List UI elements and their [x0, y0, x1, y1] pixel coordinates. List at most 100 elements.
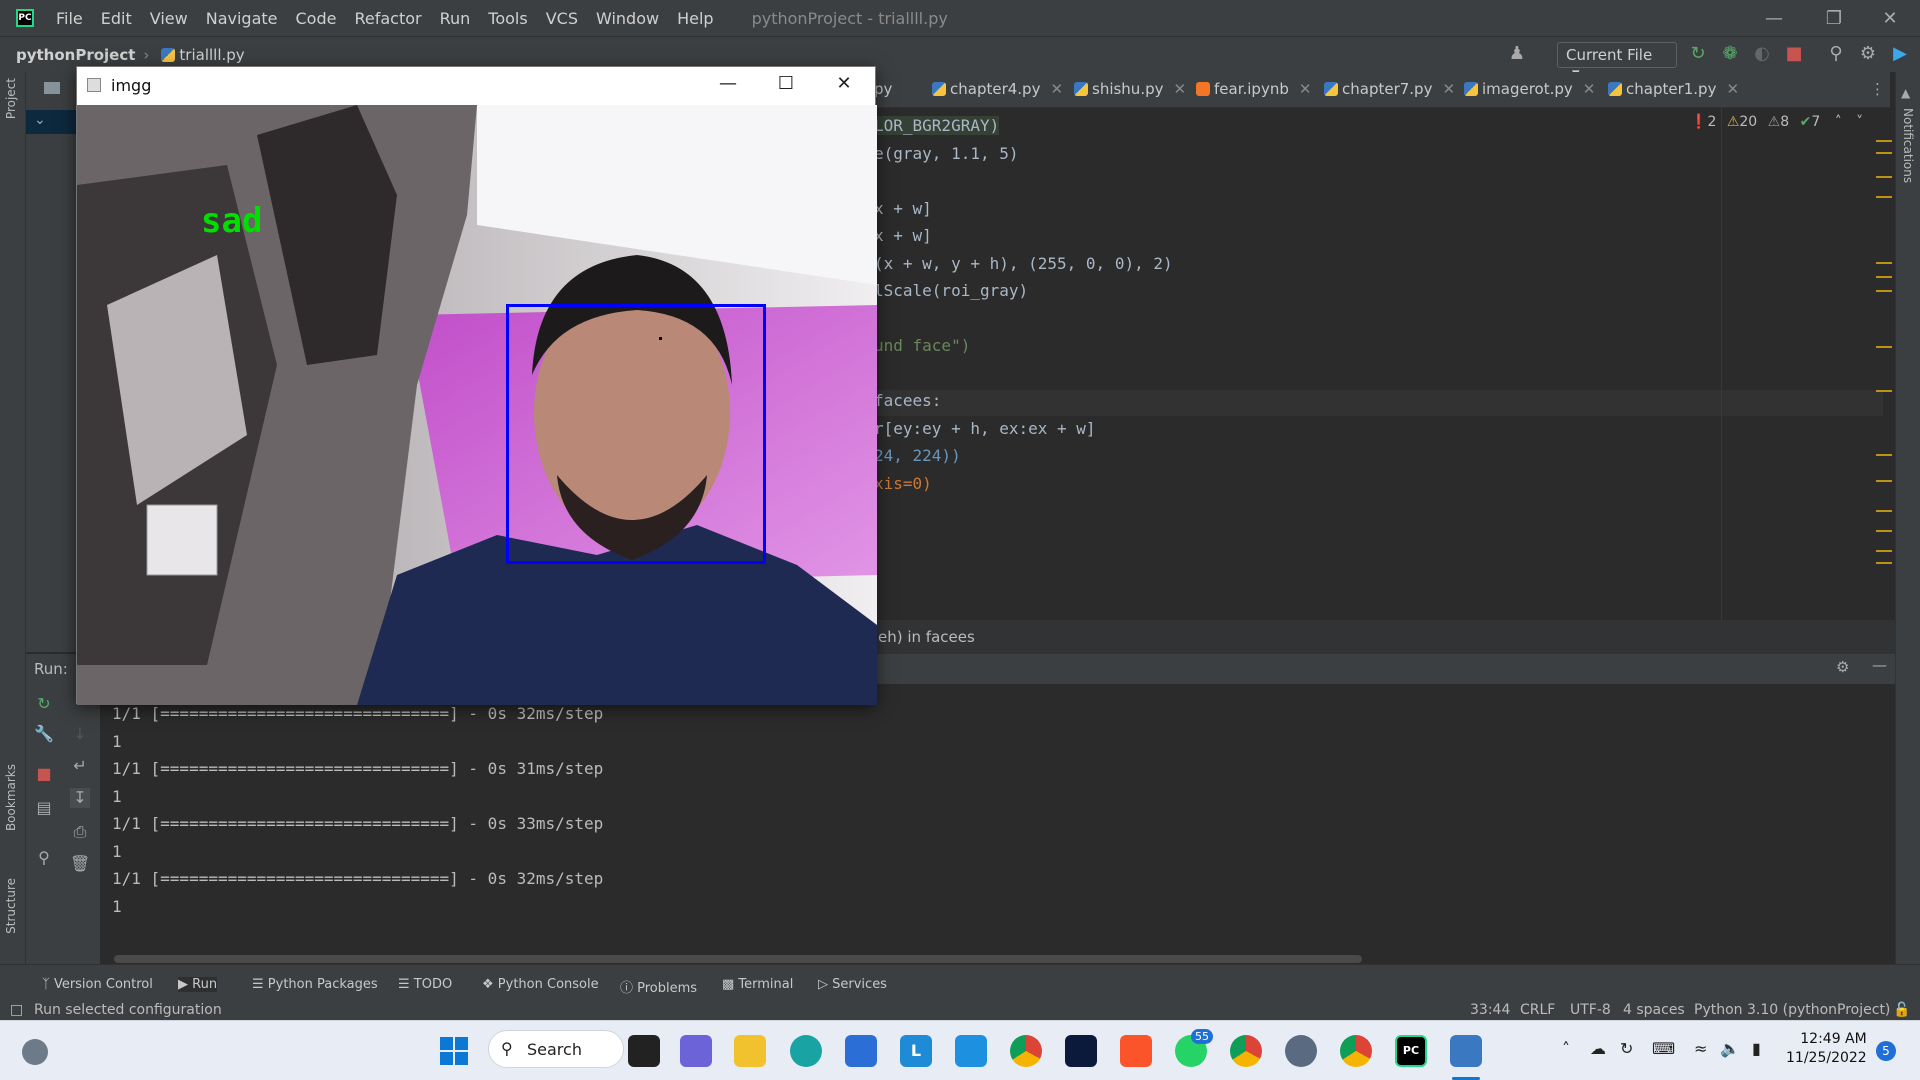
chrome-icon[interactable]: [1010, 1035, 1042, 1067]
code-area[interactable]: LOR_BGR2GRAY) e(gray, 1.1, 5) x + w] x +…: [870, 114, 1690, 514]
menu-refactor[interactable]: Refactor: [354, 9, 421, 28]
warning-marker[interactable]: [1876, 562, 1892, 564]
warning-marker[interactable]: [1876, 454, 1892, 456]
inspection-widget[interactable]: ❗2 ⚠20 ⚠8 ✔7 ˄ ˅: [1690, 114, 1863, 130]
warning-marker[interactable]: [1876, 152, 1892, 154]
menu-navigate[interactable]: Navigate: [206, 9, 278, 28]
soft-wrap-icon[interactable]: ↵: [70, 756, 90, 776]
chevron-up-icon[interactable]: ˄: [1835, 114, 1842, 130]
close-icon[interactable]: ✕: [1860, 0, 1920, 36]
tab-services[interactable]: ▷ Services: [818, 977, 887, 992]
tab-python-console[interactable]: ❖ Python Console: [482, 977, 599, 992]
tab-imagerot[interactable]: imagerot.py ✕: [1464, 80, 1595, 98]
chrome-profile-r-icon[interactable]: [1340, 1035, 1372, 1067]
editor-breadcrumb[interactable]: eh) in facees: [870, 620, 1895, 654]
pycharm-taskbar-icon[interactable]: PC: [1395, 1035, 1427, 1067]
close-tab-icon[interactable]: ✕: [1173, 80, 1186, 98]
trash-icon[interactable]: 🗑: [70, 854, 90, 874]
pin-icon[interactable]: ⚲: [34, 848, 54, 868]
breadcrumb-file[interactable]: triallll.py: [161, 46, 245, 64]
disney-plus-icon[interactable]: [1065, 1035, 1097, 1067]
menu-help[interactable]: Help: [677, 9, 713, 28]
bookmarks-tool-button[interactable]: Bookmarks: [4, 764, 18, 831]
python-taskbar-icon[interactable]: [1450, 1035, 1482, 1067]
tab-version-control[interactable]: ᛉ Version Control: [42, 977, 153, 992]
edge-icon[interactable]: [790, 1035, 822, 1067]
tab-chapter7[interactable]: chapter7.py ✕: [1324, 80, 1455, 98]
image-window-titlebar[interactable]: imgg — ☐ ✕: [77, 67, 875, 105]
task-view-icon[interactable]: [628, 1035, 660, 1067]
gear-icon[interactable]: ⚙: [1856, 43, 1880, 67]
warning-marker[interactable]: [1876, 530, 1892, 532]
chevron-down-icon[interactable]: ˅: [1856, 114, 1863, 130]
wrench-icon[interactable]: 🔧: [34, 724, 54, 744]
warning-marker[interactable]: [1876, 140, 1892, 142]
tab-chapter1[interactable]: chapter1.py ✕: [1608, 80, 1739, 98]
stop-icon[interactable]: ■: [34, 764, 54, 784]
wifi-icon[interactable]: ≈: [1694, 1039, 1707, 1058]
hide-panel-icon[interactable]: —: [1872, 656, 1887, 674]
chrome-profile-a-icon[interactable]: [1230, 1035, 1262, 1067]
start-button[interactable]: [440, 1037, 468, 1065]
menu-tools[interactable]: Tools: [488, 9, 527, 28]
tab-problems[interactable]: ⓘ Problems: [620, 977, 697, 996]
warning-marker[interactable]: [1876, 390, 1892, 392]
settings-icon[interactable]: [1285, 1035, 1317, 1067]
indent-setting[interactable]: 4 spaces: [1623, 1002, 1685, 1018]
teams-chat-icon[interactable]: [680, 1035, 712, 1067]
warning-marker[interactable]: [1876, 550, 1892, 552]
project-tool-button[interactable]: Project: [4, 78, 18, 119]
file-encoding[interactable]: UTF-8: [1570, 1002, 1611, 1018]
gear-icon[interactable]: ⚙: [1836, 658, 1849, 676]
volume-icon[interactable]: 🔈: [1720, 1039, 1740, 1058]
rerun-icon[interactable]: ↻: [34, 694, 54, 714]
cortana-icon[interactable]: [955, 1035, 987, 1067]
store-icon[interactable]: [845, 1035, 877, 1067]
close-tab-icon[interactable]: ✕: [1050, 80, 1063, 98]
line-separator[interactable]: CRLF: [1520, 1002, 1555, 1018]
warning-marker[interactable]: [1876, 176, 1892, 178]
close-tab-icon[interactable]: ✕: [1442, 80, 1455, 98]
tab-todo[interactable]: ☰ TODO: [398, 977, 452, 992]
structure-tool-button[interactable]: Structure: [4, 878, 18, 934]
tab-terminal[interactable]: ▩ Terminal: [722, 977, 793, 992]
brave-icon[interactable]: [1120, 1035, 1152, 1067]
warning-marker[interactable]: [1876, 346, 1892, 348]
scroll-to-end-icon[interactable]: ↧: [70, 788, 90, 808]
warning-marker[interactable]: [1876, 510, 1892, 512]
output-scrollbar[interactable]: [114, 955, 1362, 963]
bell-icon[interactable]: ▲: [1901, 86, 1910, 100]
menu-window[interactable]: Window: [596, 9, 659, 28]
caret-position[interactable]: 33:44: [1470, 1002, 1510, 1018]
layout-icon[interactable]: ▤: [34, 798, 54, 818]
debug-icon[interactable]: ❁: [1718, 43, 1742, 67]
close-tab-icon[interactable]: ✕: [1583, 80, 1596, 98]
sync-icon[interactable]: ↻: [1620, 1039, 1633, 1058]
image-window[interactable]: imgg — ☐ ✕ sad: [76, 66, 877, 705]
warning-marker[interactable]: [1876, 290, 1892, 292]
tab-shishu[interactable]: shishu.py ✕: [1074, 80, 1186, 98]
close-tab-icon[interactable]: ✕: [1726, 80, 1739, 98]
chevron-down-icon[interactable]: ⌄: [34, 112, 46, 128]
notification-badge[interactable]: 5: [1876, 1041, 1896, 1061]
taskbar-search[interactable]: ⚲ Search: [488, 1030, 624, 1068]
keyboard-icon[interactable]: ⌨: [1652, 1039, 1675, 1058]
restore-icon[interactable]: ❐: [1804, 0, 1864, 36]
tab-fear[interactable]: fear.ipynb ✕: [1196, 80, 1311, 98]
rerun-icon[interactable]: ↻: [1686, 43, 1710, 67]
battery-icon[interactable]: ▮: [1752, 1039, 1761, 1058]
run-configuration-select[interactable]: Current File ▾: [1557, 42, 1677, 82]
cloud-icon[interactable]: ☁: [1590, 1039, 1606, 1058]
stop-icon[interactable]: ■: [1782, 43, 1806, 67]
lock-icon[interactable]: 🔓: [1893, 1002, 1910, 1018]
warning-marker[interactable]: [1876, 196, 1892, 198]
menu-view[interactable]: View: [150, 9, 188, 28]
notifications-tool-button[interactable]: Notifications: [1901, 108, 1915, 183]
arrow-down-icon[interactable]: ↓: [70, 724, 90, 744]
python-interpreter[interactable]: Python 3.10 (pythonProject): [1694, 1002, 1890, 1018]
tab-python-packages[interactable]: ☰ Python Packages: [252, 977, 378, 992]
tabs-menu-icon[interactable]: ⋮: [1870, 80, 1885, 98]
user-icon[interactable]: ♟: [1505, 43, 1529, 67]
menu-run[interactable]: Run: [440, 9, 471, 28]
breadcrumb-project[interactable]: pythonProject: [16, 46, 135, 64]
